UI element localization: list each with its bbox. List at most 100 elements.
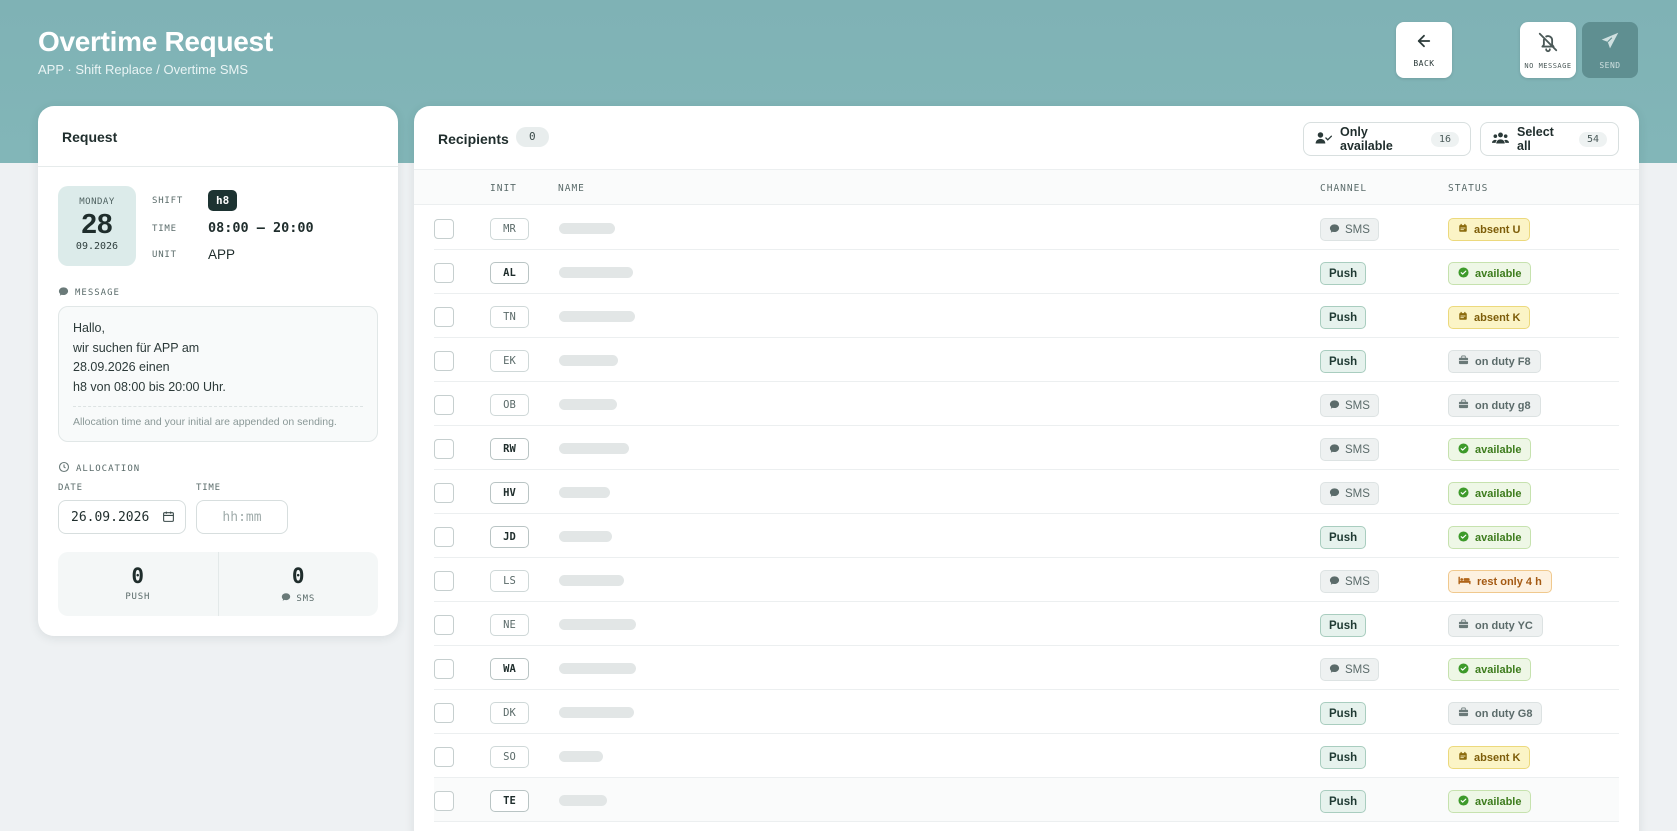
status-label: on duty YC [1475,619,1533,632]
row-checkbox[interactable] [434,659,454,679]
channel-badge: SMS [1320,658,1379,681]
user-check-icon [1315,131,1333,148]
table-row[interactable]: LS SMS rest only 4 h [434,558,1619,602]
status-badge: on duty YC [1448,614,1543,637]
day-number: 28 [81,208,113,239]
channel-label: Push [1329,355,1358,368]
channel-label: SMS [1345,663,1370,676]
status-badge: available [1448,438,1532,461]
row-checkbox[interactable] [434,571,454,591]
table-row[interactable]: MR SMS absent U [434,206,1619,250]
table-row[interactable]: WA SMS available [434,646,1619,690]
status-badge: available [1448,658,1532,681]
table-row[interactable]: DK Push on duty G8 [434,690,1619,734]
clock-icon [58,461,70,476]
column-init: INIT [490,183,517,194]
table-row[interactable]: EK Push on duty F8 [434,338,1619,382]
name-placeholder [559,619,636,630]
back-label: BACK [1413,59,1435,68]
status-label: absent K [1474,311,1521,324]
calendar-icon [1458,751,1468,764]
row-checkbox[interactable] [434,747,454,767]
date-field-label: DATE [58,483,83,493]
table-row[interactable]: OB SMS on duty g8 [434,382,1619,426]
name-placeholder [559,487,610,498]
check-circle-icon [1458,530,1469,545]
back-button[interactable]: BACK [1396,22,1452,78]
row-checkbox[interactable] [434,395,454,415]
name-placeholder [559,575,624,586]
row-checkbox[interactable] [434,439,454,459]
breadcrumb: APP · Shift Replace / Overtime SMS [38,62,248,77]
table-row[interactable]: AL Push available [434,250,1619,294]
check-circle-icon [1458,266,1469,281]
channel-badge: SMS [1320,570,1379,593]
status-label: on duty F8 [1475,355,1531,368]
message-line: h8 von 08:00 bis 20:00 Uhr. [73,379,226,394]
allocation-date-field[interactable]: 26.09.2026 [58,500,186,534]
column-channel: CHANNEL [1320,183,1368,194]
shift-key: SHIFT [152,196,184,206]
calendar-icon [1458,223,1468,236]
select-all-label: Select all [1517,125,1554,153]
recipients-title: Recipients [438,131,509,147]
table-row[interactable]: TE Push available [434,778,1619,822]
row-checkbox[interactable] [434,615,454,635]
calendar-icon[interactable] [162,510,175,527]
initials-tag: EK [490,350,529,372]
recipients-card: Recipients 0 Only available 16 Select al… [414,106,1639,831]
name-placeholder [559,707,634,718]
send-button[interactable]: SEND [1582,22,1638,78]
row-checkbox[interactable] [434,219,454,239]
chat-bubble-icon [58,286,69,300]
channel-label: SMS [1345,487,1370,500]
status-badge: absent U [1448,218,1531,241]
status-label: available [1475,267,1522,280]
table-row[interactable]: NE Push on duty YC [434,602,1619,646]
row-checkbox[interactable] [434,527,454,547]
no-message-button[interactable]: NO MESSAGE [1520,22,1576,78]
status-label: available [1475,487,1522,500]
select-all-button[interactable]: Select all 54 [1480,122,1619,156]
row-checkbox[interactable] [434,791,454,811]
allocation-time-field[interactable]: hh:mm [196,500,288,534]
channel-badge: SMS [1320,394,1379,417]
column-name: NAME [558,183,585,194]
channel-badge: Push [1320,262,1367,285]
row-checkbox[interactable] [434,483,454,503]
chat-bubble-icon [1329,575,1340,589]
status-label: available [1475,531,1522,544]
table-row[interactable]: JD Push available [434,514,1619,558]
message-line: Hallo, [73,321,105,335]
status-badge: on duty g8 [1448,394,1541,417]
row-checkbox[interactable] [434,263,454,283]
channel-badge: SMS [1320,482,1379,505]
users-icon [1492,131,1509,148]
shift-badge: h8 [208,190,238,211]
channel-badge: Push [1320,746,1367,769]
table-row[interactable]: TN Push absent K [434,294,1619,338]
message-line: 28.09.2026 einen [73,360,170,374]
table-row[interactable]: HV SMS available [434,470,1619,514]
time-key: TIME [152,224,177,234]
status-label: absent K [1474,751,1521,764]
channel-label: Push [1329,531,1358,544]
row-checkbox[interactable] [434,703,454,723]
initials-tag: DK [490,702,529,724]
month-year: 09.2026 [75,241,119,252]
send-label: SEND [1599,61,1621,70]
bell-off-icon [1537,31,1559,58]
allocation-date-value: 26.09.2026 [71,509,150,525]
status-badge: available [1448,482,1532,505]
status-badge: available [1448,526,1532,549]
row-checkbox[interactable] [434,307,454,327]
push-count-label: PUSH [125,592,151,602]
table-row[interactable]: RW SMS available [434,426,1619,470]
selected-count-badge: 0 [516,127,549,147]
channel-badge: Push [1320,350,1367,373]
initials-tag: TN [490,306,529,328]
status-badge: absent K [1448,306,1531,329]
row-checkbox[interactable] [434,351,454,371]
only-available-button[interactable]: Only available 16 [1303,122,1471,156]
table-row[interactable]: SO Push absent K [434,734,1619,778]
